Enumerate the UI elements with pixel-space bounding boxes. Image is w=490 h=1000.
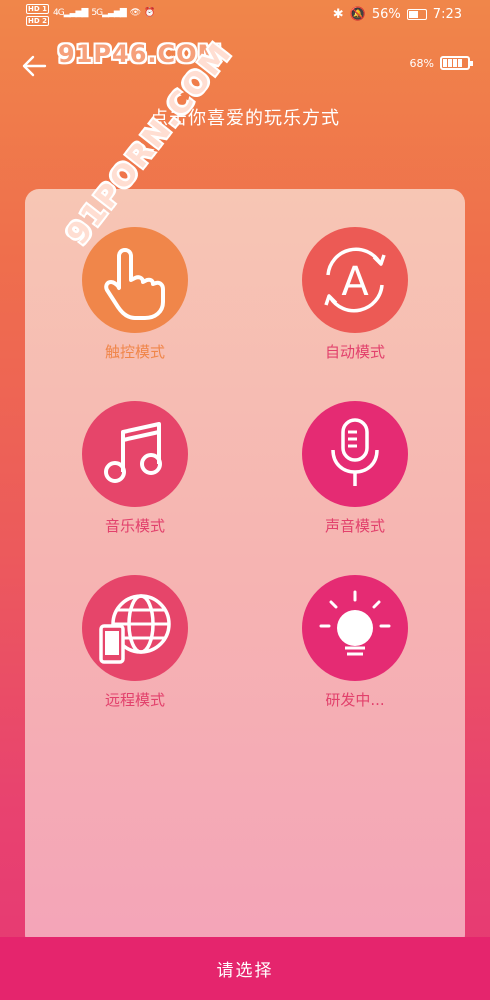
device-battery-icon (440, 56, 473, 70)
back-button[interactable] (20, 52, 48, 80)
mute-icon: 🔕 (349, 7, 366, 22)
mode-voice-label: 声音模式 (324, 517, 385, 535)
mode-music-label: 音乐模式 (104, 517, 165, 535)
mode-card: 触控模式 A 自动模式 音乐模式 声音模式 远程模式 研发中... (25, 189, 465, 949)
status-bar: HD 1 HD 2 4G▂▃▅▇ 5G▂▃▅▇ 👁 ⏰ ✱ 🔕 56% 7:23 (0, 0, 490, 32)
status-left: HD 1 HD 2 4G▂▃▅▇ 5G▂▃▅▇ 👁 ⏰ (26, 4, 155, 26)
mode-remote-label: 远程模式 (104, 691, 165, 709)
hand-touch-icon (82, 227, 188, 333)
select-button[interactable]: 请选择 (0, 937, 490, 1000)
page-title: 点击你喜爱的玩乐方式 (150, 108, 340, 129)
svg-text:A: A (341, 259, 369, 305)
screen: HD 1 HD 2 4G▂▃▅▇ 5G▂▃▅▇ 👁 ⏰ ✱ 🔕 56% 7:23… (0, 0, 490, 1000)
battery-icon (406, 9, 427, 20)
mode-remote[interactable]: 远程模式 (70, 575, 200, 710)
sim2-badge: HD 2 (26, 16, 49, 26)
globe-phone-icon (82, 575, 188, 681)
watermark-logo: 91P46.COM (58, 40, 223, 68)
music-note-icon (82, 401, 188, 507)
auto-mode-icon: A (302, 227, 408, 333)
lightbulb-icon (302, 575, 408, 681)
device-battery-percent: 68% (409, 56, 434, 70)
bluetooth-icon: ✱ (332, 7, 344, 22)
signal2-icon: 5G▂▃▅▇ (91, 8, 126, 18)
mode-auto-label: 自动模式 (324, 343, 385, 361)
mode-developing[interactable]: 研发中... (290, 575, 420, 710)
mode-touch-label: 触控模式 (104, 343, 165, 361)
alarm-icon: ⏰ (144, 8, 155, 18)
sim1-badge: HD 1 (26, 4, 49, 14)
mode-auto[interactable]: A 自动模式 (290, 227, 420, 362)
clock: 7:23 (432, 7, 462, 22)
arrow-left-icon (22, 55, 47, 77)
mode-music[interactable]: 音乐模式 (70, 401, 200, 536)
microphone-icon (302, 401, 408, 507)
mode-voice[interactable]: 声音模式 (290, 401, 420, 536)
signal1-icon: 4G▂▃▅▇ (52, 8, 88, 18)
mode-touch[interactable]: 触控模式 (70, 227, 200, 362)
eye-icon: 👁 (129, 8, 141, 18)
device-battery: 68% (409, 56, 473, 70)
status-right: ✱ 🔕 56% 7:23 (333, 7, 462, 22)
mode-developing-label: 研发中... (325, 691, 385, 709)
battery-percent: 56% (371, 7, 401, 22)
